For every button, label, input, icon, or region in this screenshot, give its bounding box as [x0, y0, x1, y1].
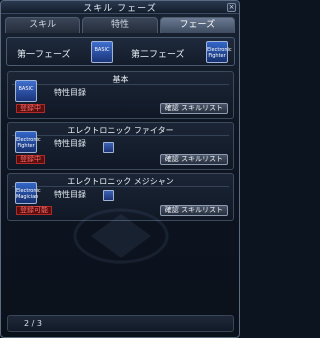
view-skill-list-button[interactable]: 確認 スキルリスト — [159, 103, 228, 114]
electronic-fighter-phase-icon[interactable]: Electronic Fighter — [206, 41, 232, 63]
divider — [12, 84, 229, 85]
tab-phase[interactable]: フェーズ — [159, 17, 235, 33]
tab-skill[interactable]: スキル — [5, 17, 81, 33]
first-phase-label: 第一フェーズ — [17, 50, 71, 60]
basic-icon: BASIC — [15, 80, 37, 102]
phase-card-electronic-fighter: エレクトロニック ファイター Electronic Fighter 特性目録 登… — [7, 122, 234, 170]
tab-traits[interactable]: 特性 — [82, 17, 158, 33]
skill-icon[interactable] — [103, 190, 114, 201]
pagination: 2 / 3 — [7, 315, 234, 332]
electronic-magician-icon: Electronic Magician — [15, 182, 41, 204]
trait-catalog-label: 特性目録 — [54, 88, 86, 97]
status-badge: 登録中 — [16, 104, 45, 113]
window-title: スキル フェーズ — [83, 3, 157, 14]
divider — [12, 135, 229, 136]
phase-card-basic: 基本 BASIC 特性目録 登録中 確認 スキルリスト — [7, 71, 234, 119]
skill-icon[interactable] — [103, 142, 114, 153]
trait-catalog-label: 特性目録 — [54, 190, 86, 199]
view-skill-list-button[interactable]: 確認 スキルリスト — [159, 154, 228, 165]
trait-catalog-label: 特性目録 — [54, 139, 86, 148]
background-emblem-icon — [73, 208, 169, 264]
electronic-fighter-icon: Electronic Fighter — [15, 131, 41, 153]
close-icon[interactable]: × — [227, 3, 236, 12]
skill-phase-window: スキル フェーズ × スキル 特性 フェーズ 第一フェーズ BASIC 第二フェ… — [0, 0, 240, 338]
status-badge: 登録中 — [16, 155, 45, 164]
phase-selector: 第一フェーズ BASIC 第二フェーズ Electronic Fighter — [6, 37, 235, 66]
status-badge: 登録可能 — [16, 206, 52, 215]
divider — [12, 186, 229, 187]
title-bar[interactable]: スキル フェーズ × — [1, 1, 239, 14]
second-phase-label: 第二フェーズ — [131, 50, 185, 60]
page-indicator: 2 / 3 — [24, 319, 42, 328]
tab-bar: スキル 特性 フェーズ — [5, 17, 235, 33]
basic-phase-icon[interactable]: BASIC — [91, 41, 113, 63]
